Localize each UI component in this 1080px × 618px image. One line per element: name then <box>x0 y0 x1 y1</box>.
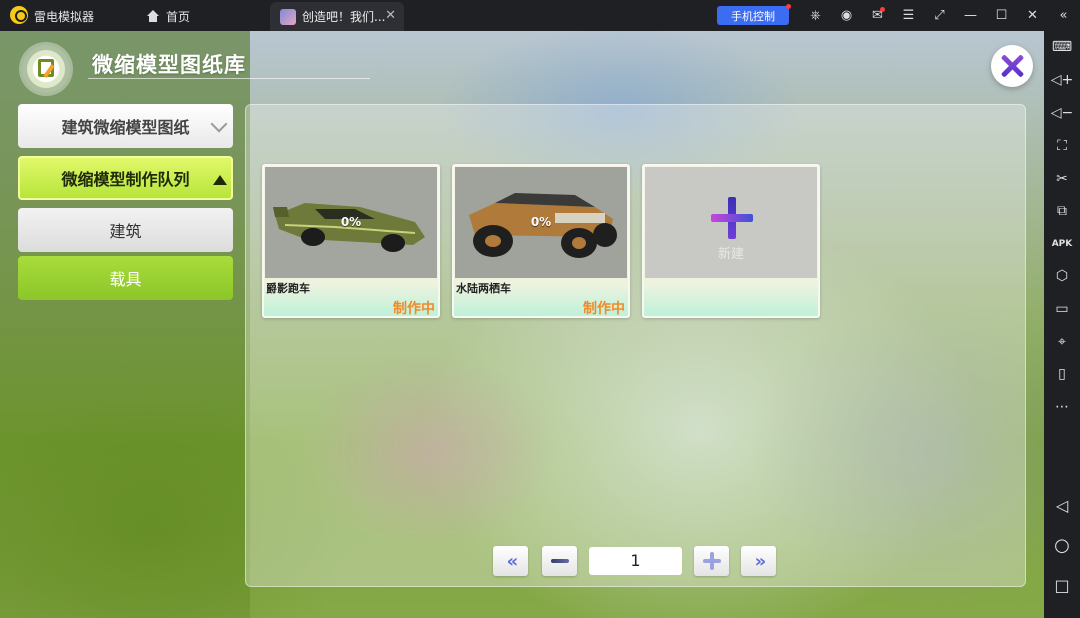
new-model-card[interactable]: 新建 <box>642 164 820 318</box>
menu-production-queue[interactable]: 微缩模型制作队列 <box>18 156 233 200</box>
recent-apps-icon[interactable]: □ <box>1044 573 1080 597</box>
multi-window-icon[interactable]: ⧉ <box>1044 199 1080 223</box>
page-number-input[interactable]: 1 <box>589 547 682 575</box>
notification-dot <box>786 4 791 9</box>
menu-building-blueprints[interactable]: 建筑微缩模型图纸 <box>18 104 233 148</box>
emulator-titlebar: 雷电模拟器 首页 创造吧！我们... ✕ 手机控制 ⎈ ◉ ✉ ☰ ⤢ — ☐ … <box>0 0 1080 31</box>
title-divider <box>88 78 370 79</box>
minus-icon <box>550 559 569 563</box>
maximize-icon[interactable]: ☐ <box>986 5 1017 26</box>
phone-control-label: 手机控制 <box>731 9 775 23</box>
mail-icon[interactable]: ✉ <box>862 5 893 26</box>
progress-percent: 0% <box>340 215 362 229</box>
back-icon[interactable]: ◁ <box>1044 493 1080 517</box>
volume-down-icon[interactable]: ◁− <box>1044 101 1080 125</box>
restore-icon[interactable]: ⤢ <box>924 5 955 26</box>
status-badge: 制作中 <box>393 301 435 317</box>
scissors-icon[interactable]: ✂ <box>1044 167 1080 191</box>
home-tab-label: 首页 <box>166 9 191 24</box>
home-circle-icon[interactable]: ○ <box>1044 533 1080 557</box>
collapse-icon[interactable]: « <box>1048 5 1079 26</box>
gamepad-icon[interactable]: ⎈ <box>800 5 831 26</box>
minimize-icon[interactable]: — <box>955 5 986 26</box>
close-button[interactable] <box>991 45 1033 87</box>
double-chevron-right-icon: » <box>754 550 766 572</box>
new-card-area: 新建 <box>645 167 817 278</box>
phone-control-button[interactable]: 手机控制 <box>717 4 791 25</box>
shake-icon[interactable]: ▯ <box>1044 362 1080 386</box>
submenu-building-label: 建筑 <box>109 222 142 241</box>
keyboard-icon[interactable]: ⌨ <box>1044 35 1080 59</box>
first-page-button[interactable]: « <box>493 546 528 576</box>
progress-percent: 0% <box>530 215 552 229</box>
home-icon <box>146 9 160 23</box>
double-chevron-left-icon: « <box>506 550 518 572</box>
volume-up-icon[interactable]: ◁+ <box>1044 68 1080 92</box>
queue-card[interactable]: 0% 水陆两栖车 制作中 <box>452 164 630 318</box>
pen-icon <box>38 59 54 77</box>
home-tab[interactable]: 首页 <box>146 6 190 26</box>
menu-production-queue-label: 微缩模型制作队列 <box>61 170 190 189</box>
page-title: 微缩模型图纸库 <box>92 53 246 77</box>
queue-card[interactable]: 0% 爵影跑车 制作中 <box>262 164 440 318</box>
last-page-button[interactable]: » <box>741 546 776 576</box>
submenu-vehicle-label: 载具 <box>109 270 142 289</box>
plus-small-icon <box>702 552 721 570</box>
location-icon[interactable]: ⌖ <box>1044 330 1080 354</box>
apk-icon[interactable]: APK <box>1044 232 1080 256</box>
card-title: 爵影跑车 <box>266 282 310 295</box>
amphibious-car-image: 0% <box>455 167 627 278</box>
folder-icon[interactable]: ▭ <box>1044 297 1080 321</box>
menu-icon[interactable]: ☰ <box>893 5 924 26</box>
next-page-button[interactable] <box>694 546 729 576</box>
prev-page-button[interactable] <box>542 546 577 576</box>
menu-building-blueprints-label: 建筑微缩模型图纸 <box>61 118 190 137</box>
game-tab[interactable]: 创造吧！我们... ✕ <box>270 2 404 31</box>
settings-icon[interactable]: ⬡ <box>1044 264 1080 288</box>
game-screen: 微缩模型图纸库 建筑微缩模型图纸 微缩模型制作队列 建筑 载具 0% 爵影跑车 … <box>0 31 1044 618</box>
card-title: 水陆两栖车 <box>456 282 511 295</box>
mail-notification-dot <box>880 7 885 12</box>
close-x-icon <box>999 53 1025 79</box>
user-icon[interactable]: ◉ <box>831 5 862 26</box>
game-tab-icon <box>280 8 296 25</box>
close-icon[interactable]: ✕ <box>1017 5 1048 26</box>
submenu-vehicle[interactable]: 载具 <box>18 256 233 300</box>
more-icon[interactable]: ⋯ <box>1044 395 1080 419</box>
submenu-building[interactable]: 建筑 <box>18 208 233 252</box>
blueprint-badge-icon <box>22 45 70 93</box>
triangle-up-icon <box>213 175 227 185</box>
new-card-label: 新建 <box>717 247 744 262</box>
screenshot-icon[interactable]: ⛶ <box>1044 134 1080 158</box>
emulator-sidebar: ⌨ ◁+ ◁− ⛶ ✂ ⧉ APK ⬡ ▭ ⌖ ▯ ⋯ ◁ ○ □ <box>1044 31 1080 618</box>
chevron-down-icon <box>210 115 228 133</box>
plus-icon <box>711 197 753 239</box>
tab-close-icon[interactable]: ✕ <box>385 8 396 23</box>
status-badge: 制作中 <box>583 301 625 317</box>
app-name: 雷电模拟器 <box>34 10 95 24</box>
game-tab-label: 创造吧！我们... <box>302 10 386 24</box>
ldplayer-logo-icon <box>10 6 28 24</box>
sports-car-image: 0% <box>265 167 437 278</box>
